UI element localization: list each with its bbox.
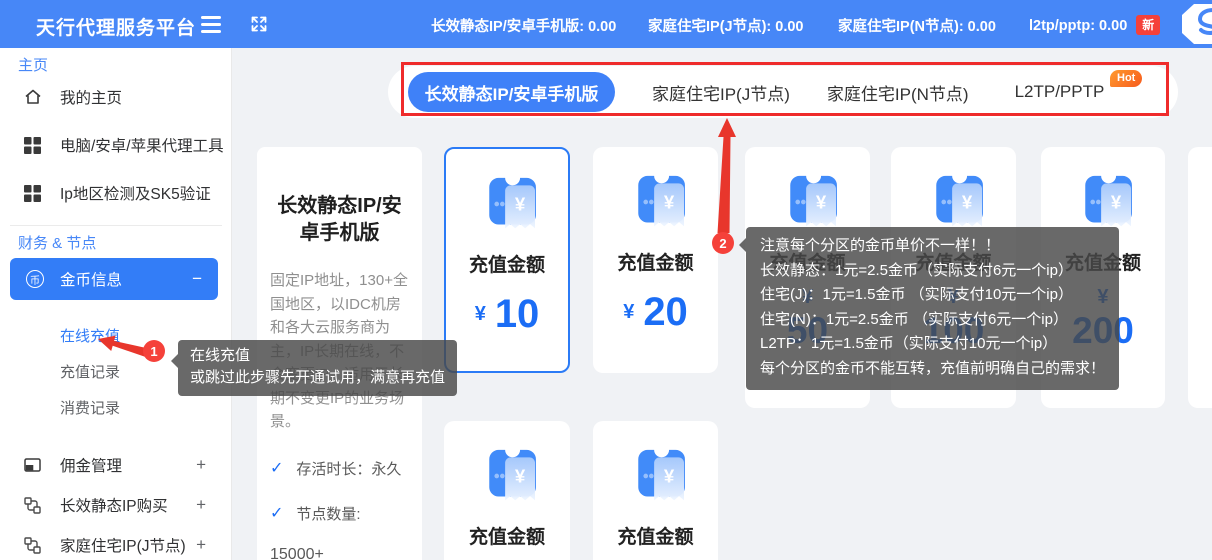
balance-static-ip: 长效静态IP/安卓手机版:0.00 bbox=[431, 15, 616, 36]
recharge-card-10[interactable]: ¥ 充值金额 ¥10 bbox=[444, 147, 570, 373]
collapse-icon[interactable]: − bbox=[192, 269, 202, 289]
wallet-icon: ¥ bbox=[620, 448, 692, 509]
svg-text:¥: ¥ bbox=[515, 466, 526, 487]
partition-tabbar: 长效静态IP/安卓手机版 家庭住宅IP(J节点) 家庭住宅IP(N节点) L2T… bbox=[388, 66, 1178, 118]
sidebar-divider bbox=[10, 225, 222, 226]
fullscreen-icon[interactable] bbox=[249, 14, 269, 39]
balance-home-n: 家庭住宅IP(N节点):0.00 bbox=[838, 15, 996, 36]
tab-static-ip[interactable]: 长效静态IP/安卓手机版 bbox=[408, 72, 615, 112]
wallet-icon: ¥ bbox=[772, 174, 844, 235]
wallet-icon: ¥ bbox=[620, 174, 692, 235]
nodes-icon bbox=[24, 497, 42, 514]
svg-text:¥: ¥ bbox=[663, 192, 674, 213]
recharge-card-row2-1[interactable]: ¥ 充值金额 bbox=[444, 421, 570, 560]
recharge-card-row2-2[interactable]: ¥ 充值金额 bbox=[593, 421, 718, 560]
sidebar-item-my-home[interactable]: 我的主页 bbox=[0, 77, 232, 117]
app-root: 天行代理服务平台 长效静态IP/安卓手机版:0.00 家庭住宅IP(J节点):0… bbox=[0, 0, 1212, 560]
sidebar-item-label: Ip地区检测及SK5验证 bbox=[60, 182, 211, 204]
feature-lifetime: ✓存活时长：永久 bbox=[270, 458, 409, 479]
sidebar-item-label: 金币信息 bbox=[60, 268, 122, 290]
tab-home-ip-n[interactable]: 家庭住宅IP(N节点) bbox=[827, 80, 969, 105]
sidebar-item-static-ip-buy[interactable]: 长效静态IP购买 + bbox=[0, 485, 232, 525]
step2-tooltip: 注意每个分区的金币单价不一样！！ 长效静态：1元=2.5金币（实际支付6元一个i… bbox=[746, 227, 1119, 390]
brand-logo-icon bbox=[1180, 2, 1212, 51]
tab-l2tp-pptp[interactable]: L2TP/PPTP Hot bbox=[1015, 82, 1105, 102]
sidebar-item-home-ip-j[interactable]: 家庭住宅IP(J节点) + bbox=[0, 525, 232, 560]
recharge-card-20[interactable]: ¥ 充值金额 ¥20 bbox=[593, 147, 718, 373]
balance-home-j: 家庭住宅IP(J节点):0.00 bbox=[648, 15, 803, 36]
hot-badge: Hot bbox=[1110, 70, 1142, 87]
home-icon bbox=[24, 88, 42, 106]
svg-text:¥: ¥ bbox=[961, 192, 972, 213]
feature-node-count: ✓节点数量: bbox=[270, 503, 409, 524]
sidebar-item-label: 电脑/安卓/苹果代理工具 bbox=[60, 134, 224, 156]
balance-l2tp: l2tp/pptp:0.00新 bbox=[1029, 15, 1160, 35]
wallet-icon: ¥ bbox=[1067, 174, 1139, 235]
app-title: 天行代理服务平台 bbox=[36, 13, 196, 40]
recharge-label: 充值金额 bbox=[469, 250, 545, 277]
sidebar-item-label: 家庭住宅IP(J节点) bbox=[60, 534, 186, 556]
wallet-icon: ¥ bbox=[471, 176, 543, 237]
hamburger-menu-icon[interactable] bbox=[201, 16, 221, 37]
svg-text:¥: ¥ bbox=[515, 194, 526, 215]
sidebar-section-home: 主页 bbox=[18, 54, 48, 75]
new-badge: 新 bbox=[1136, 15, 1160, 35]
expand-icon[interactable]: + bbox=[196, 535, 206, 555]
step1-tooltip: 在线充值 或跳过此步骤先开通试用，满意再充值 bbox=[178, 340, 457, 396]
tooltip-arrow bbox=[171, 354, 178, 368]
sidebar-item-label: 佣金管理 bbox=[60, 454, 122, 476]
check-icon: ✓ bbox=[270, 458, 283, 478]
recharge-label: 充值金额 bbox=[617, 522, 693, 549]
nodes-icon bbox=[24, 537, 42, 554]
coin-icon: 币 bbox=[26, 270, 44, 288]
sidebar-section-finance: 财务 & 节点 bbox=[18, 232, 96, 253]
sidebar-item-ip-check[interactable]: Ip地区检测及SK5验证 bbox=[0, 173, 232, 213]
grid-icon bbox=[24, 185, 42, 202]
svg-text:¥: ¥ bbox=[663, 466, 674, 487]
sidebar: 主页 我的主页 电脑/安卓/苹果代理工具 Ip地区检测及SK5验证 财务 & 节… bbox=[0, 48, 232, 560]
node-count-value: 15000+ bbox=[270, 546, 409, 560]
svg-text:¥: ¥ bbox=[815, 192, 826, 213]
recharge-label: 充值金额 bbox=[617, 248, 693, 275]
wallet-icon: ¥ bbox=[918, 174, 990, 235]
wallet-icon: ¥ bbox=[471, 448, 543, 509]
recharge-label: 充值金额 bbox=[469, 522, 545, 549]
tab-home-ip-j[interactable]: 家庭住宅IP(J节点) bbox=[652, 80, 790, 105]
svg-text:¥: ¥ bbox=[1111, 192, 1122, 213]
expand-icon[interactable]: + bbox=[196, 495, 206, 515]
panel-icon bbox=[24, 457, 42, 473]
sidebar-item-label: 长效静态IP购买 bbox=[60, 494, 168, 516]
check-icon: ✓ bbox=[270, 503, 283, 523]
sidebar-item-label: 我的主页 bbox=[60, 86, 122, 108]
recharge-amount: ¥10 bbox=[475, 292, 540, 337]
expand-icon[interactable]: + bbox=[196, 455, 206, 475]
sidebar-item-commission[interactable]: 佣金管理 + bbox=[0, 445, 232, 485]
grid-icon bbox=[24, 137, 42, 154]
tooltip-arrow bbox=[739, 238, 746, 252]
sidebar-item-coin-info[interactable]: 币 金币信息 − bbox=[10, 258, 218, 300]
topbar: 天行代理服务平台 长效静态IP/安卓手机版:0.00 家庭住宅IP(J节点):0… bbox=[0, 0, 1212, 48]
sidebar-item-proxy-tools[interactable]: 电脑/安卓/苹果代理工具 bbox=[0, 125, 232, 165]
recharge-amount: ¥20 bbox=[623, 290, 688, 335]
recharge-card-partial[interactable] bbox=[1188, 147, 1212, 408]
product-title: 长效静态IP/安卓手机版 bbox=[270, 193, 409, 247]
